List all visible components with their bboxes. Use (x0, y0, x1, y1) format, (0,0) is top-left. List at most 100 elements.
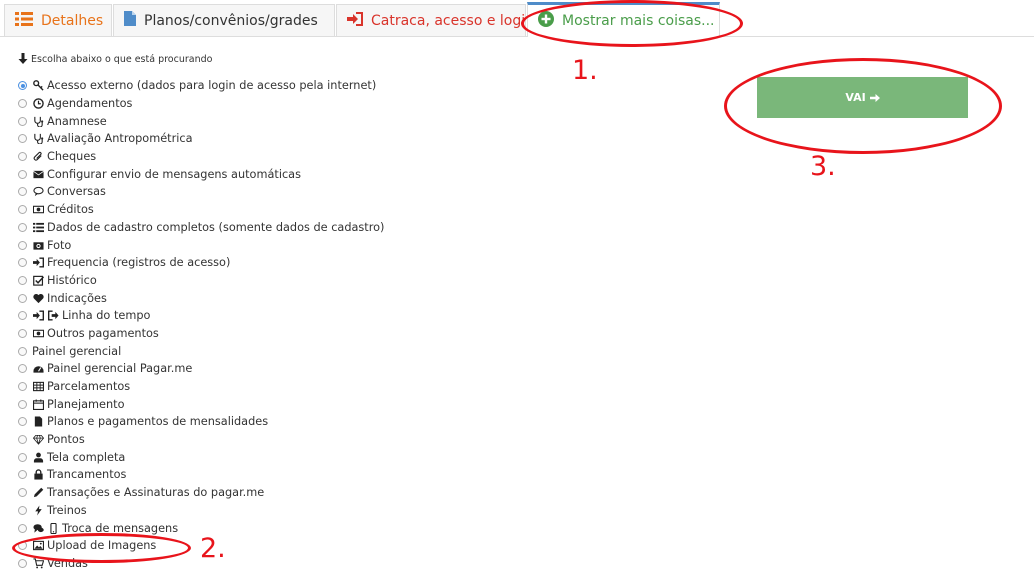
tab-bar: Detalhes Planos/convênios/grades Catraca… (0, 0, 1034, 37)
list-icon (32, 221, 44, 233)
option-indicacoes[interactable]: Indicações (18, 289, 384, 307)
radio-button[interactable] (18, 470, 27, 480)
option-label: Conversas (47, 185, 106, 199)
user-icon (32, 451, 44, 463)
option-label: Agendamentos (47, 97, 133, 111)
option-dados-cadastro[interactable]: Dados de cadastro completos (somente dad… (18, 219, 384, 237)
option-label: Parcelamentos (47, 380, 131, 394)
camera-icon (32, 239, 44, 251)
option-label: Planejamento (47, 397, 125, 411)
option-tela-completa[interactable]: Tela completa (18, 448, 384, 466)
radio-button[interactable] (18, 134, 27, 144)
tab-planos[interactable]: Planos/convênios/grades (113, 4, 335, 36)
option-pontos[interactable]: Pontos (18, 431, 384, 449)
option-conversas[interactable]: Conversas (18, 183, 384, 201)
option-trancamentos[interactable]: Trancamentos (18, 466, 384, 484)
comments-icon (32, 522, 44, 534)
option-label: Créditos (47, 203, 94, 217)
option-frequencia[interactable]: Frequencia (registros de acesso) (18, 254, 384, 272)
tab-mostrar-mais[interactable]: Mostrar mais coisas... (527, 2, 720, 37)
clock-icon (32, 98, 44, 110)
option-historico[interactable]: Histórico (18, 272, 384, 290)
diamond-icon (32, 434, 44, 446)
annotation-number-2: 2. (200, 533, 226, 564)
annotation-number-1: 1. (572, 55, 598, 86)
radio-button[interactable] (18, 364, 27, 374)
sign-in-icon (347, 11, 363, 30)
stethoscope-icon (32, 133, 44, 145)
radio-button[interactable] (18, 116, 27, 126)
option-label: Treinos (47, 503, 87, 517)
table-icon (32, 381, 44, 393)
option-acesso-externo[interactable]: Acesso externo (dados para login de aces… (18, 77, 384, 95)
radio-button[interactable] (18, 488, 27, 498)
radio-button[interactable] (18, 417, 27, 427)
radio-button[interactable] (18, 523, 27, 533)
option-planos-pagamentos[interactable]: Planos e pagamentos de mensalidades (18, 413, 384, 431)
radio-button[interactable] (18, 311, 27, 321)
option-label: Outros pagamentos (47, 326, 159, 340)
radio-button[interactable] (18, 258, 27, 268)
radio-button[interactable] (18, 240, 27, 250)
option-configurar-mensagens[interactable]: Configurar envio de mensagens automática… (18, 165, 384, 183)
go-button[interactable]: VAI (757, 77, 968, 118)
radio-button[interactable] (18, 328, 27, 338)
option-anamnese[interactable]: Anamnese (18, 112, 384, 130)
tab-label: Detalhes (41, 12, 104, 29)
go-button-label: VAI (845, 91, 866, 104)
option-outros-pagamentos[interactable]: Outros pagamentos (18, 325, 384, 343)
option-label: Avaliação Antropométrica (47, 132, 193, 146)
option-planejamento[interactable]: Planejamento (18, 395, 384, 413)
option-painel-gerencial-pagarme[interactable]: Painel gerencial Pagar.me (18, 360, 384, 378)
instruction-caption: Escolha abaixo o que está procurando (18, 53, 212, 65)
option-avaliacao-antropometrica[interactable]: Avaliação Antropométrica (18, 130, 384, 148)
option-label: Upload de Imagens (47, 539, 157, 553)
option-treinos[interactable]: Treinos (18, 502, 384, 520)
file-icon (32, 416, 44, 428)
radio-button[interactable] (18, 81, 27, 91)
radio-button[interactable] (18, 346, 27, 356)
arrow-right-icon (869, 93, 880, 102)
option-label: Troca de mensagens (62, 521, 179, 535)
option-cheques[interactable]: Cheques (18, 148, 384, 166)
radio-button[interactable] (18, 382, 27, 392)
sign-out-icon (47, 310, 59, 322)
options-list: Acesso externo (dados para login de aces… (18, 77, 384, 572)
radio-button[interactable] (18, 399, 27, 409)
option-agendamentos[interactable]: Agendamentos (18, 95, 384, 113)
bolt-icon (32, 504, 44, 516)
radio-button[interactable] (18, 505, 27, 515)
option-foto[interactable]: Foto (18, 236, 384, 254)
cart-icon (32, 557, 44, 569)
radio-button[interactable] (18, 541, 27, 551)
radio-button[interactable] (18, 293, 27, 303)
radio-button[interactable] (18, 275, 27, 285)
radio-button[interactable] (18, 99, 27, 109)
tab-label: Planos/convênios/grades (144, 12, 318, 29)
option-transacoes[interactable]: Transações e Assinaturas do pagar.me (18, 484, 384, 502)
dashboard-icon (32, 363, 44, 375)
option-label: Anamnese (47, 114, 107, 128)
radio-button[interactable] (18, 187, 27, 197)
radio-button[interactable] (18, 222, 27, 232)
picture-icon (32, 540, 44, 552)
radio-button[interactable] (18, 152, 27, 162)
option-label: Acesso externo (dados para login de aces… (47, 79, 377, 93)
radio-button[interactable] (18, 169, 27, 179)
radio-button[interactable] (18, 558, 27, 568)
option-label: Trancamentos (47, 468, 127, 482)
option-creditos[interactable]: Créditos (18, 201, 384, 219)
annotation-number-3: 3. (810, 151, 836, 182)
radio-button[interactable] (18, 435, 27, 445)
radio-button[interactable] (18, 205, 27, 215)
tab-catraca[interactable]: Catraca, acesso e login (336, 4, 526, 36)
option-parcelamentos[interactable]: Parcelamentos (18, 378, 384, 396)
radio-button[interactable] (18, 452, 27, 462)
option-label: Histórico (47, 273, 97, 287)
list-icon (15, 11, 33, 30)
envelope-icon (32, 168, 44, 180)
money-icon (32, 327, 44, 339)
option-linha-do-tempo[interactable]: Linha do tempo (18, 307, 384, 325)
option-painel-gerencial[interactable]: Painel gerencial (18, 342, 384, 360)
tab-detalhes[interactable]: Detalhes (4, 4, 112, 36)
